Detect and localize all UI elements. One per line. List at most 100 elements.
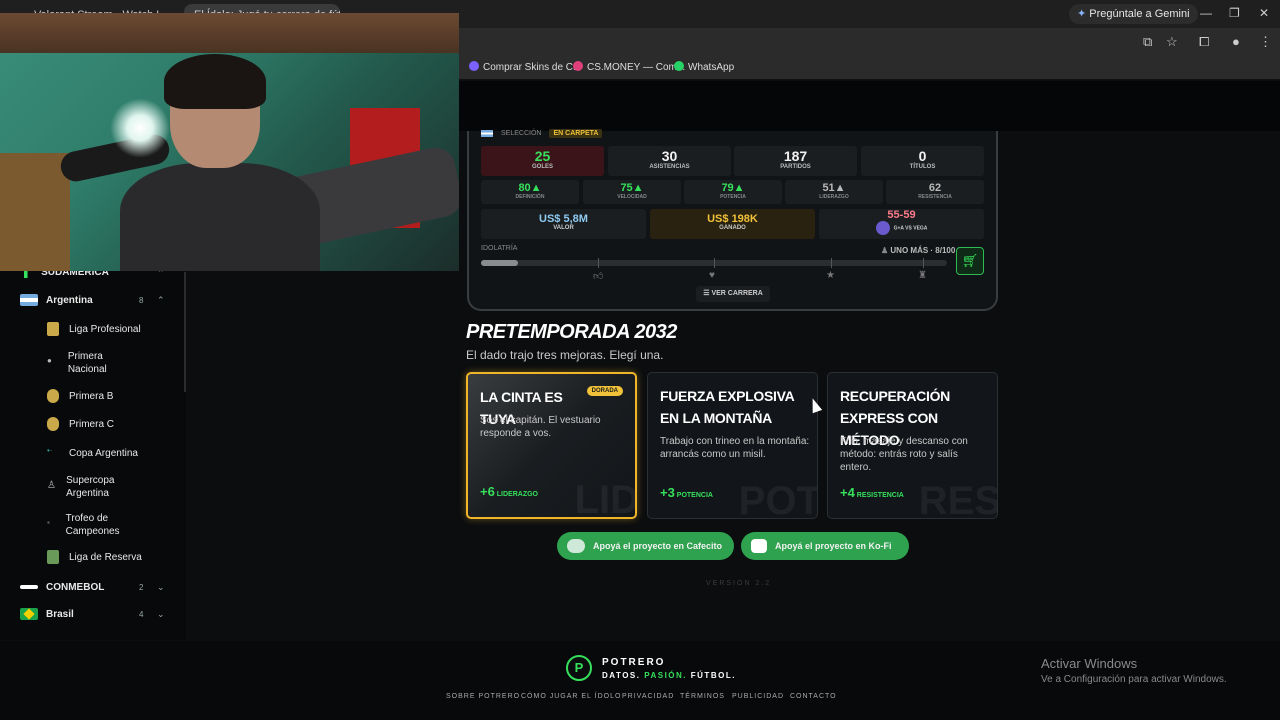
card-bonus: +4 RESISTENCIA <box>840 485 904 500</box>
attr-definicion: 80▲ DEFINICIÓN <box>481 180 579 204</box>
webcam-body <box>120 163 320 271</box>
bookmark-star-icon[interactable]: ☆ <box>1166 34 1178 50</box>
extensions-icon[interactable]: ⧠ <box>1199 34 1209 50</box>
ganado-label: GANADO <box>719 225 746 231</box>
cafecito-label: Apoyá el proyecto en Cafecito <box>593 541 723 551</box>
card-description: Trabajo con trineo en la montaña: arranc… <box>660 436 810 460</box>
card-description: Frío, masaje y descanso con método: entr… <box>840 436 968 473</box>
sidebar-item-trofeo-de-campeones[interactable]: ▪ Trofeo de Campeones <box>47 512 137 538</box>
stat-label: GOLES <box>531 164 553 170</box>
menu-icon[interactable]: ⋮ <box>1259 34 1272 50</box>
sidebar-item-primera-c[interactable]: Primera C <box>47 417 114 431</box>
seleccion-row: SELECCIÓN EN CARPETA <box>481 129 603 138</box>
attr-value: 80▲ <box>518 182 542 194</box>
profile-icon[interactable]: ● <box>1232 34 1240 49</box>
attr-label: DEFINICIÓN <box>515 194 545 200</box>
count-badge: 4 <box>139 610 144 619</box>
minimize-icon[interactable]: — <box>1200 6 1212 20</box>
seleccion-label: SELECCIÓN <box>501 130 542 137</box>
ver-carrera-button[interactable]: ☰ VER CARRERA <box>696 286 770 302</box>
stat-label: TÍTULOS <box>909 164 936 170</box>
footer-link-privacidad[interactable]: PRIVACIDAD <box>622 693 674 700</box>
cafecito-icon <box>567 539 585 553</box>
league-label: Liga de Reserva <box>69 551 142 563</box>
sidebar-item-liga-de-reserva[interactable]: Liga de Reserva <box>47 550 142 564</box>
sidebar-item-label: Brasil <box>46 608 74 620</box>
windows-activation-title: Activar Windows <box>1041 656 1138 671</box>
attr-value: 51▲ <box>822 182 846 194</box>
brand-tagline: DATOS. PASIÓN. FÚTBOL. <box>602 671 736 680</box>
install-app-icon[interactable]: ⧉ <box>1143 34 1152 50</box>
kofi-icon <box>751 539 767 553</box>
brasil-flag-icon <box>20 608 38 620</box>
idolatria-label: IDOLATRÍA <box>481 245 518 252</box>
valor-value: US$ 5,8M <box>539 213 588 225</box>
webcam-light <box>110 98 170 158</box>
trophy-icon: ♙ <box>47 480 56 491</box>
cart-icon: 🛒︎ <box>961 253 979 268</box>
potrero-logo-icon[interactable]: P <box>566 655 592 681</box>
ganado-box: US$ 198K GANADO <box>650 209 815 239</box>
sidebar-item-conmebol[interactable]: CONMEBOL <box>20 581 104 593</box>
league-label: Primera B <box>69 390 114 402</box>
attr-label: LIDERAZGO <box>819 194 849 200</box>
upgrade-card-liderazgo[interactable]: LID LA CINTA ES TUYA DORADA Sos el capit… <box>466 372 637 519</box>
sidebar-item-argentina[interactable]: Argentina <box>20 294 93 306</box>
status-badge: EN CARPETA <box>549 129 603 138</box>
chevron-down-icon[interactable]: ⌄ <box>157 582 165 593</box>
stat-asistencias: 30 ASISTENCIAS <box>608 146 731 176</box>
maximize-icon[interactable]: ❐ <box>1229 6 1240 20</box>
league-icon <box>47 322 59 336</box>
card-title: FUERZA EXPLOSIVA EN LA MONTAÑA <box>660 388 794 426</box>
version-label: VERSION 2.2 <box>706 580 772 587</box>
star-icon: ★ <box>826 270 835 281</box>
gemini-button[interactable]: ✦ Pregúntale a Gemini <box>1069 4 1198 24</box>
chevron-up-icon[interactable]: ⌃ <box>157 295 165 306</box>
pretemporada-title: PRETEMPORADA 2032 <box>466 321 677 343</box>
footer-link-sobre[interactable]: SOBRE POTRERO <box>446 693 520 700</box>
webcam-ceiling <box>0 13 459 53</box>
attr-potencia: 79▲ POTENCIA <box>684 180 782 204</box>
league-label: Trofeo de Campeones <box>65 513 120 537</box>
sidebar-item-primera-nacional[interactable]: ● Primera Nacional <box>47 350 137 376</box>
bookmark-item[interactable]: CS.MONEY — Com... <box>573 61 685 73</box>
cafecito-button[interactable]: Apoyá el proyecto en Cafecito <box>557 532 734 560</box>
attr-resistencia: 62 RESISTENCIA <box>886 180 984 204</box>
stat-value: 25 <box>534 148 551 164</box>
sidebar-scrollbar[interactable] <box>184 272 186 392</box>
footer-link-publicidad[interactable]: PUBLICIDAD <box>732 693 784 700</box>
attr-value: 62 <box>928 182 942 194</box>
sidebar-item-supercopa-argentina[interactable]: ♙ Supercopa Argentina <box>47 474 137 500</box>
close-window-icon[interactable]: ✕ <box>1259 6 1269 20</box>
bookmark-item[interactable]: Comprar Skins de C... <box>469 61 581 73</box>
sidebar-item-liga-profesional[interactable]: Liga Profesional <box>47 322 141 336</box>
upgrade-card-potencia[interactable]: POT FUERZA EXPLOSIVA EN LA MONTAÑA Traba… <box>647 372 818 519</box>
sidebar-item-primera-b[interactable]: Primera B <box>47 389 113 403</box>
kofi-button[interactable]: Apoyá el proyecto en Ko-Fi <box>741 532 909 560</box>
stat-value: 30 <box>661 148 678 164</box>
chevron-down-icon[interactable]: ⌄ <box>157 609 165 620</box>
sidebar-item-brasil[interactable]: Brasil <box>20 608 74 620</box>
footer-link-terminos[interactable]: TÉRMINOS <box>680 693 725 700</box>
valor-label: VALOR <box>553 225 574 231</box>
pretemporada-subtitle: El dado trajo tres mejoras. Elegí una. <box>466 348 664 362</box>
league-icon <box>47 550 59 564</box>
bookmark-item[interactable]: WhatsApp <box>674 61 734 73</box>
card-watermark: POT <box>738 479 818 519</box>
card-bonus: +3 POTENCIA <box>660 485 713 500</box>
attr-liderazgo: 51▲ LIDERAZGO <box>785 180 883 204</box>
trophy-icon: ▪ <box>47 518 50 527</box>
sparkle-icon: ✦ <box>1077 8 1087 20</box>
footer-link-como-jugar[interactable]: CÓMO JUGAR EL ÍDOLO <box>521 693 621 700</box>
stat-label: PARTIDOS <box>780 164 811 170</box>
bookmark-icon <box>469 61 479 71</box>
list-icon: ☰ <box>703 290 710 297</box>
cart-button[interactable]: 🛒︎ <box>956 247 984 275</box>
record-label: G+A VS VEGA <box>819 221 984 235</box>
crown-icon: ♜ <box>918 270 927 281</box>
sidebar-item-copa-argentina[interactable]: •· Copa Argentina <box>47 446 138 460</box>
ganado-value: US$ 198K <box>707 213 758 225</box>
card-watermark: RES <box>918 479 998 519</box>
upgrade-card-resistencia[interactable]: RES RECUPERACIÓN EXPRESS CON MÉTODO Frío… <box>827 372 998 519</box>
footer-link-contacto[interactable]: CONTACTO <box>790 693 837 700</box>
